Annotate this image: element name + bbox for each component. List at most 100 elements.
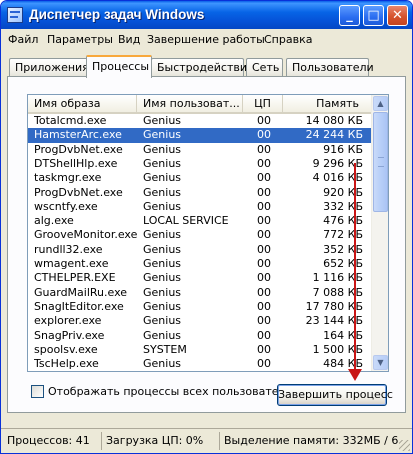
- process-memory: 652 КБ: [323, 257, 363, 270]
- process-cpu: 00: [257, 128, 271, 142]
- process-name: wmagent.exe: [34, 257, 109, 270]
- column-cpu[interactable]: ЦП: [243, 95, 283, 112]
- process-cpu: 00: [257, 271, 271, 285]
- column-header: Имя образа Имя пользоват... ЦП Память: [28, 95, 371, 114]
- process-list[interactable]: Имя образа Имя пользоват... ЦП Память To…: [27, 94, 389, 372]
- process-cpu: 00: [257, 371, 277, 372]
- process-row[interactable]: TscHelp.exe Genius 00 484 КБ: [28, 357, 371, 371]
- process-user: Genius: [143, 228, 182, 242]
- annotation-arrow-head: [348, 369, 362, 381]
- process-name: CTHELPER.EXE: [34, 271, 116, 285]
- process-row[interactable]: GrooveMonitor.exe Genius 00 772 КБ: [28, 228, 371, 242]
- process-row[interactable]: taskmgr.exe Genius 00 4 016 КБ: [28, 171, 371, 185]
- process-row[interactable]: wmagent.exe Genius 00 652 КБ: [28, 257, 371, 271]
- end-process-button[interactable]: Завершить процесс: [277, 384, 393, 406]
- process-user: Genius: [143, 114, 182, 127]
- tab-strip: Приложения Процессы Быстродействие Сеть …: [1, 53, 412, 78]
- column-user-name[interactable]: Имя пользоват...: [137, 95, 243, 112]
- task-manager-window: Диспетчер задач Windows _ □ ✕ Файл Парам…: [0, 0, 413, 454]
- process-name: rundll32.exe: [34, 242, 103, 256]
- process-memory: 920 КБ: [323, 185, 363, 199]
- process-memory: 14 080 КБ: [305, 114, 363, 127]
- menu-file[interactable]: Файл: [8, 33, 38, 46]
- resize-grip-icon[interactable]: [399, 440, 410, 451]
- process-row[interactable]: ProgDvbNet.exe Genius 00 920 КБ: [28, 186, 371, 200]
- column-memory[interactable]: Память: [283, 95, 371, 112]
- process-name: GrooveMonitor.exe: [34, 228, 138, 242]
- process-row[interactable]: Totalcmd.exe Genius 00 14 080 КБ: [28, 114, 371, 128]
- maximize-button[interactable]: □: [363, 5, 384, 26]
- status-commit-charge: Выделение памяти: 332МБ / 6: [219, 432, 399, 450]
- process-name: svchost.exe: [34, 371, 138, 372]
- show-all-users-label[interactable]: Отображать процессы всех пользователей: [48, 385, 299, 398]
- process-row[interactable]: svchost.exeLOCAL SERVICE001 484 КБ: [28, 371, 371, 372]
- process-cpu: 00: [257, 328, 271, 342]
- process-row[interactable]: alg.exe LOCAL SERVICE 00 476 КБ: [28, 214, 371, 228]
- tab-applications[interactable]: Приложения: [9, 58, 89, 77]
- process-row[interactable]: wscntfy.exe Genius 00 332 КБ: [28, 200, 371, 214]
- process-row[interactable]: spoolsv.exe SYSTEM 00 1 500 КБ: [28, 343, 371, 357]
- process-cpu: 00: [257, 285, 271, 299]
- process-memory: 1 116 КБ: [312, 271, 363, 285]
- process-memory: 7 088 КБ: [312, 285, 363, 299]
- menu-options[interactable]: Параметры: [47, 33, 113, 46]
- tab-performance[interactable]: Быстродействие: [151, 58, 254, 77]
- process-cpu: 00: [257, 214, 271, 228]
- process-row[interactable]: explorer.exe Genius 00 23 144 КБ: [28, 314, 371, 328]
- status-bar: Процессов: 41 Загрузка ЦП: 0% Выделение …: [1, 428, 412, 453]
- menu-view[interactable]: Вид: [118, 33, 140, 46]
- process-cpu: 00: [257, 142, 271, 156]
- column-image-name[interactable]: Имя образа: [28, 95, 137, 112]
- process-row[interactable]: CTHELPER.EXE Genius 00 1 116 КБ: [28, 271, 371, 285]
- process-cpu: 00: [257, 299, 271, 313]
- process-cpu: 00: [257, 199, 271, 213]
- title-bar[interactable]: Диспетчер задач Windows _ □ ✕: [1, 1, 412, 29]
- tab-users[interactable]: Пользователи: [286, 58, 374, 77]
- process-cpu: 00: [257, 357, 271, 371]
- status-cpu-usage: Загрузка ЦП: 0%: [101, 432, 217, 450]
- process-user: Genius: [143, 328, 182, 342]
- scroll-up-icon[interactable]: ▲: [373, 96, 388, 111]
- scroll-down-icon[interactable]: ▼: [373, 355, 388, 370]
- process-name: TscHelp.exe: [34, 357, 99, 371]
- process-name: ProgDvbNet.exe: [34, 142, 123, 156]
- process-memory: 164 КБ: [323, 328, 363, 342]
- tab-processes[interactable]: Процессы: [86, 55, 152, 78]
- process-name: explorer.exe: [34, 314, 102, 328]
- process-user: Genius: [143, 156, 182, 170]
- process-row[interactable]: SnagItEditor.exe Genius 00 17 780 КБ: [28, 300, 371, 314]
- process-cpu: 00: [257, 114, 271, 127]
- process-row[interactable]: SnagPriv.exe Genius 00 164 КБ: [28, 329, 371, 343]
- process-name: ProgDvbNet.exe: [34, 185, 123, 199]
- show-all-users-checkbox[interactable]: [31, 385, 44, 398]
- close-button[interactable]: ✕: [387, 5, 408, 26]
- scrollbar-thumb[interactable]: [373, 112, 388, 212]
- tab-network[interactable]: Сеть: [246, 58, 283, 77]
- process-cpu: 00: [257, 257, 271, 270]
- menu-bar: Файл Параметры Вид Завершение работы Спр…: [1, 29, 412, 49]
- process-user: Genius: [143, 314, 182, 328]
- process-user: Genius: [143, 142, 182, 156]
- task-manager-icon: [7, 7, 23, 23]
- process-memory: 916 КБ: [323, 142, 363, 156]
- process-name: taskmgr.exe: [34, 171, 102, 185]
- menu-shutdown[interactable]: Завершение работы: [147, 33, 265, 46]
- process-user: Genius: [143, 299, 182, 313]
- process-cpu: 00: [257, 156, 271, 170]
- process-name: SnagItEditor.exe: [34, 299, 124, 313]
- process-user: Genius: [143, 128, 182, 142]
- process-user: Genius: [143, 199, 182, 213]
- process-row[interactable]: HamsterArc.exe Genius 00 24 244 КБ: [28, 128, 371, 143]
- process-name: Totalcmd.exe: [34, 114, 107, 127]
- menu-help[interactable]: Справка: [264, 33, 312, 46]
- annotation-arrow-shaft: [354, 163, 356, 373]
- process-row[interactable]: DTShellHlp.exe Genius 00 9 296 КБ: [28, 157, 371, 171]
- process-row[interactable]: GuardMailRu.exe Genius 00 7 088 КБ: [28, 286, 371, 300]
- process-cpu: 00: [257, 185, 271, 199]
- process-row[interactable]: ProgDvbNet.exe Genius 00 916 КБ: [28, 143, 371, 157]
- minimize-button[interactable]: _: [339, 5, 360, 26]
- process-user: Genius: [143, 285, 182, 299]
- process-row[interactable]: rundll32.exe Genius 00 352 КБ: [28, 243, 371, 257]
- process-user: Genius: [143, 171, 182, 185]
- vertical-scrollbar[interactable]: ▲ ▼: [371, 95, 388, 371]
